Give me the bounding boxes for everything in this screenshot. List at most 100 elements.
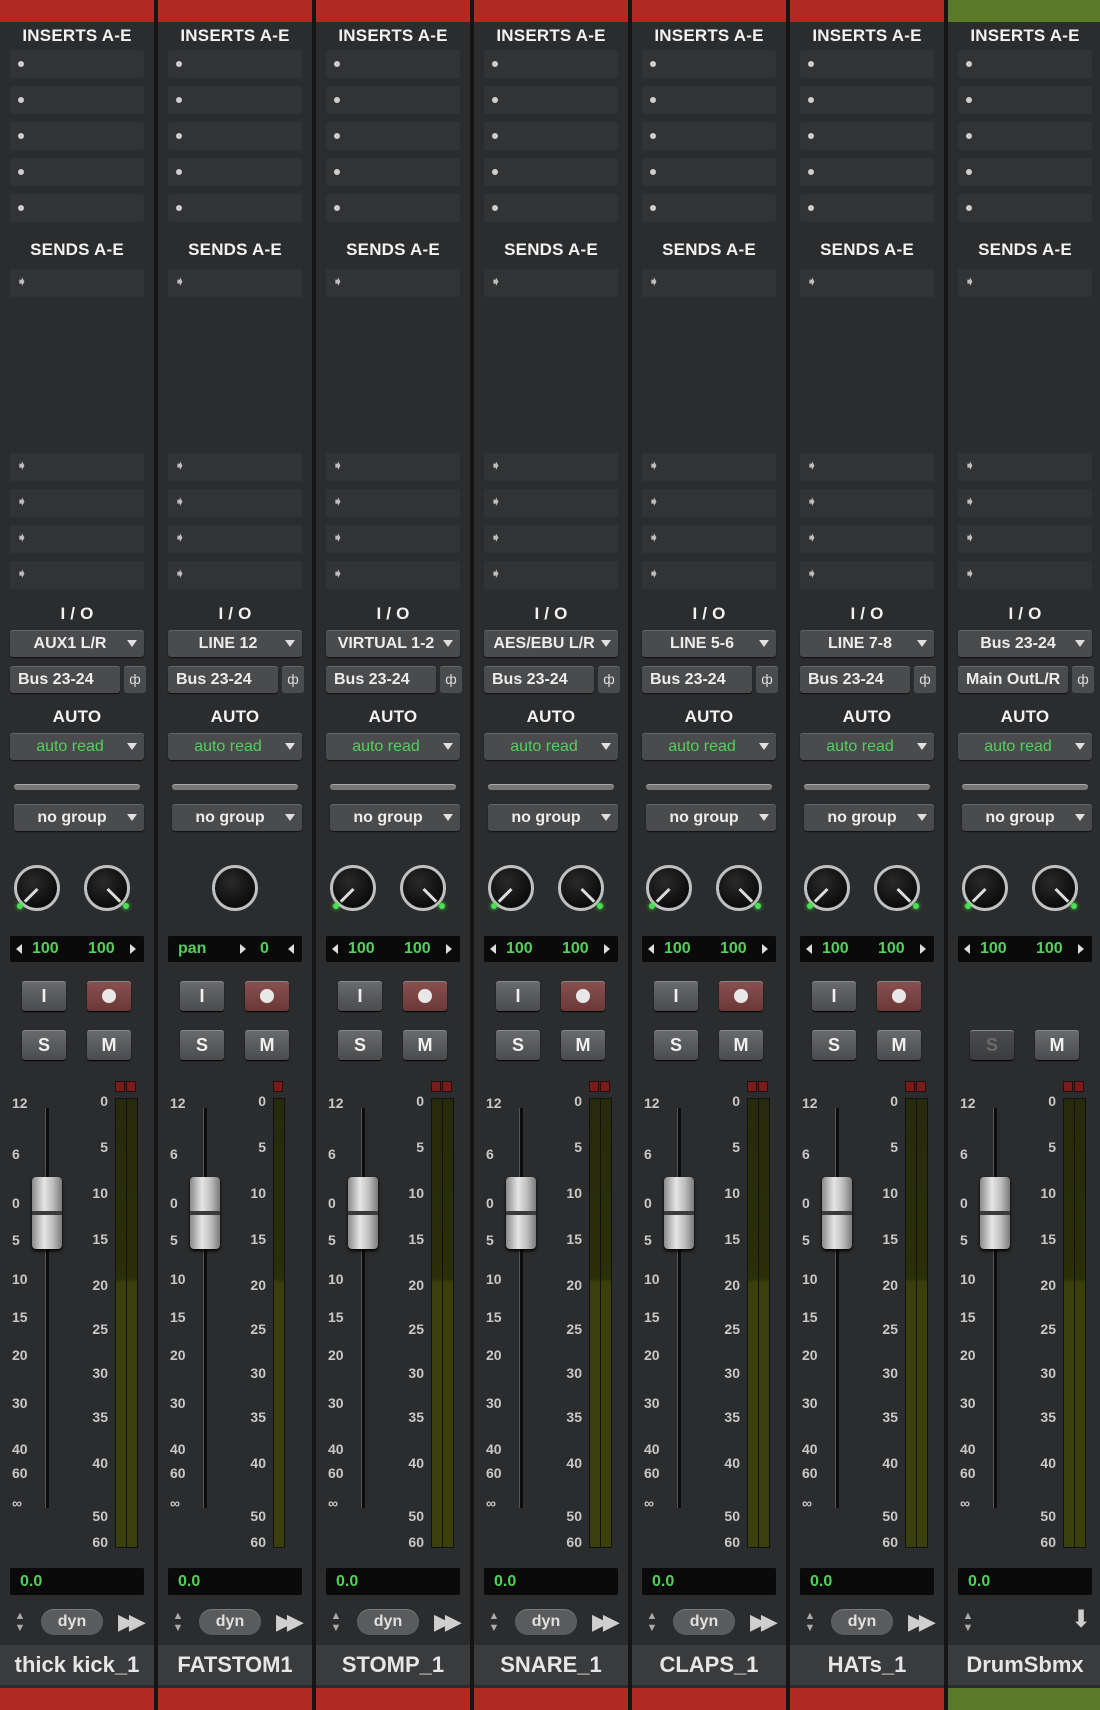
output-pin-button[interactable]: ф	[282, 666, 304, 693]
pan-left-arrow-icon[interactable]	[648, 944, 654, 954]
pan-left-arrow-icon[interactable]	[490, 944, 496, 954]
insert-slot[interactable]	[642, 194, 776, 222]
pan-left-knob[interactable]	[14, 865, 60, 911]
pan-arrow-icon[interactable]	[240, 944, 246, 954]
insert-slot[interactable]	[642, 86, 776, 114]
fast-forward-icon[interactable]: ▶▶	[118, 1609, 146, 1635]
send-slot[interactable]: ➧	[484, 269, 618, 297]
send-slot[interactable]: ➧	[958, 489, 1092, 517]
mute-button[interactable]: M	[87, 1030, 131, 1060]
insert-slot[interactable]	[168, 50, 302, 78]
volume-fader[interactable]	[348, 1177, 378, 1249]
height-stepper-icon[interactable]: ▲ ▼	[12, 1610, 28, 1636]
clip-indicator[interactable]	[115, 1081, 125, 1092]
pan-right-arrow-icon[interactable]	[920, 944, 926, 954]
insert-slot[interactable]	[168, 86, 302, 114]
send-slot[interactable]: ➧	[326, 489, 460, 517]
pan-value-display[interactable]: 100 100	[484, 936, 618, 962]
insert-slot[interactable]	[958, 50, 1092, 78]
input-selector[interactable]: LINE 12	[168, 630, 302, 657]
pan-value-display[interactable]: pan 0	[168, 936, 302, 962]
send-slot[interactable]: ➧	[484, 453, 618, 481]
send-slot[interactable]: ➧	[958, 561, 1092, 589]
height-stepper-icon[interactable]: ▲ ▼	[960, 1610, 976, 1636]
group-selector[interactable]: no group	[962, 804, 1092, 831]
dyn-button[interactable]: dyn	[515, 1609, 577, 1635]
output-selector[interactable]: Bus 23-24	[642, 666, 752, 693]
pan-right-knob[interactable]	[716, 865, 762, 911]
insert-slot[interactable]	[168, 122, 302, 150]
input-selector[interactable]: AES/EBU L/R	[484, 630, 618, 657]
volume-value-display[interactable]: 0.0	[168, 1568, 302, 1595]
output-pin-button[interactable]: ф	[440, 666, 462, 693]
output-pin-button[interactable]: ф	[124, 666, 146, 693]
insert-slot[interactable]	[800, 122, 934, 150]
automation-mode-selector[interactable]: auto read	[168, 733, 302, 760]
clip-indicator[interactable]	[747, 1081, 757, 1092]
output-selector[interactable]: Bus 23-24	[10, 666, 120, 693]
output-selector[interactable]: Main OutL/R	[958, 666, 1068, 693]
pan-right-knob[interactable]	[400, 865, 446, 911]
dyn-button[interactable]: dyn	[199, 1609, 261, 1635]
insert-slot[interactable]	[326, 50, 460, 78]
insert-slot[interactable]	[10, 194, 144, 222]
send-slot[interactable]: ➧	[326, 525, 460, 553]
clip-indicator[interactable]	[758, 1081, 768, 1092]
output-pin-button[interactable]: ф	[756, 666, 778, 693]
fast-forward-icon[interactable]: ▶▶	[592, 1609, 620, 1635]
output-selector[interactable]: Bus 23-24	[326, 666, 436, 693]
send-slot[interactable]: ➧	[800, 453, 934, 481]
output-selector[interactable]: Bus 23-24	[800, 666, 910, 693]
send-slot[interactable]: ➧	[168, 561, 302, 589]
automation-mode-selector[interactable]: auto read	[642, 733, 776, 760]
insert-slot[interactable]	[800, 50, 934, 78]
pan-left-knob[interactable]	[962, 865, 1008, 911]
pan-right-knob[interactable]	[84, 865, 130, 911]
insert-slot[interactable]	[168, 194, 302, 222]
pan-left-knob[interactable]	[330, 865, 376, 911]
input-selector[interactable]: VIRTUAL 1-2	[326, 630, 460, 657]
volume-fader[interactable]	[32, 1177, 62, 1249]
clip-indicator[interactable]	[1074, 1081, 1084, 1092]
send-slot[interactable]: ➧	[484, 489, 618, 517]
insert-slot[interactable]	[800, 194, 934, 222]
send-slot[interactable]: ➧	[800, 525, 934, 553]
send-slot[interactable]: ➧	[642, 269, 776, 297]
send-slot[interactable]: ➧	[958, 269, 1092, 297]
clip-indicator[interactable]	[431, 1081, 441, 1092]
mute-button[interactable]: M	[245, 1030, 289, 1060]
pan-right-knob[interactable]	[558, 865, 604, 911]
insert-slot[interactable]	[642, 50, 776, 78]
send-slot[interactable]: ➧	[168, 453, 302, 481]
insert-slot[interactable]	[326, 86, 460, 114]
volume-value-display[interactable]: 0.0	[326, 1568, 460, 1595]
record-arm-button[interactable]	[87, 981, 131, 1011]
insert-slot[interactable]	[642, 122, 776, 150]
send-slot[interactable]: ➧	[10, 525, 144, 553]
send-slot[interactable]: ➧	[484, 525, 618, 553]
input-monitor-button[interactable]: I	[496, 981, 540, 1011]
mute-button[interactable]: M	[561, 1030, 605, 1060]
input-monitor-button[interactable]: I	[338, 981, 382, 1011]
clip-indicator[interactable]	[905, 1081, 915, 1092]
pan-left-arrow-icon[interactable]	[16, 944, 22, 954]
send-slot[interactable]: ➧	[10, 489, 144, 517]
pan-right-arrow-icon[interactable]	[1078, 944, 1084, 954]
insert-slot[interactable]	[168, 158, 302, 186]
pan-value-display[interactable]: 100 100	[800, 936, 934, 962]
output-selector[interactable]: Bus 23-24	[168, 666, 278, 693]
insert-slot[interactable]	[10, 122, 144, 150]
send-slot[interactable]: ➧	[800, 489, 934, 517]
pan-value-display[interactable]: 100 100	[10, 936, 144, 962]
pan-right-arrow-icon[interactable]	[130, 944, 136, 954]
volume-value-display[interactable]: 0.0	[958, 1568, 1092, 1595]
send-slot[interactable]: ➧	[10, 453, 144, 481]
dyn-button[interactable]: dyn	[41, 1609, 103, 1635]
fast-forward-icon[interactable]: ▶▶	[750, 1609, 778, 1635]
dyn-button[interactable]: dyn	[831, 1609, 893, 1635]
group-selector[interactable]: no group	[488, 804, 618, 831]
pan-left-arrow-icon[interactable]	[964, 944, 970, 954]
mute-button[interactable]: M	[877, 1030, 921, 1060]
volume-fader[interactable]	[664, 1177, 694, 1249]
height-stepper-icon[interactable]: ▲ ▼	[486, 1610, 502, 1636]
